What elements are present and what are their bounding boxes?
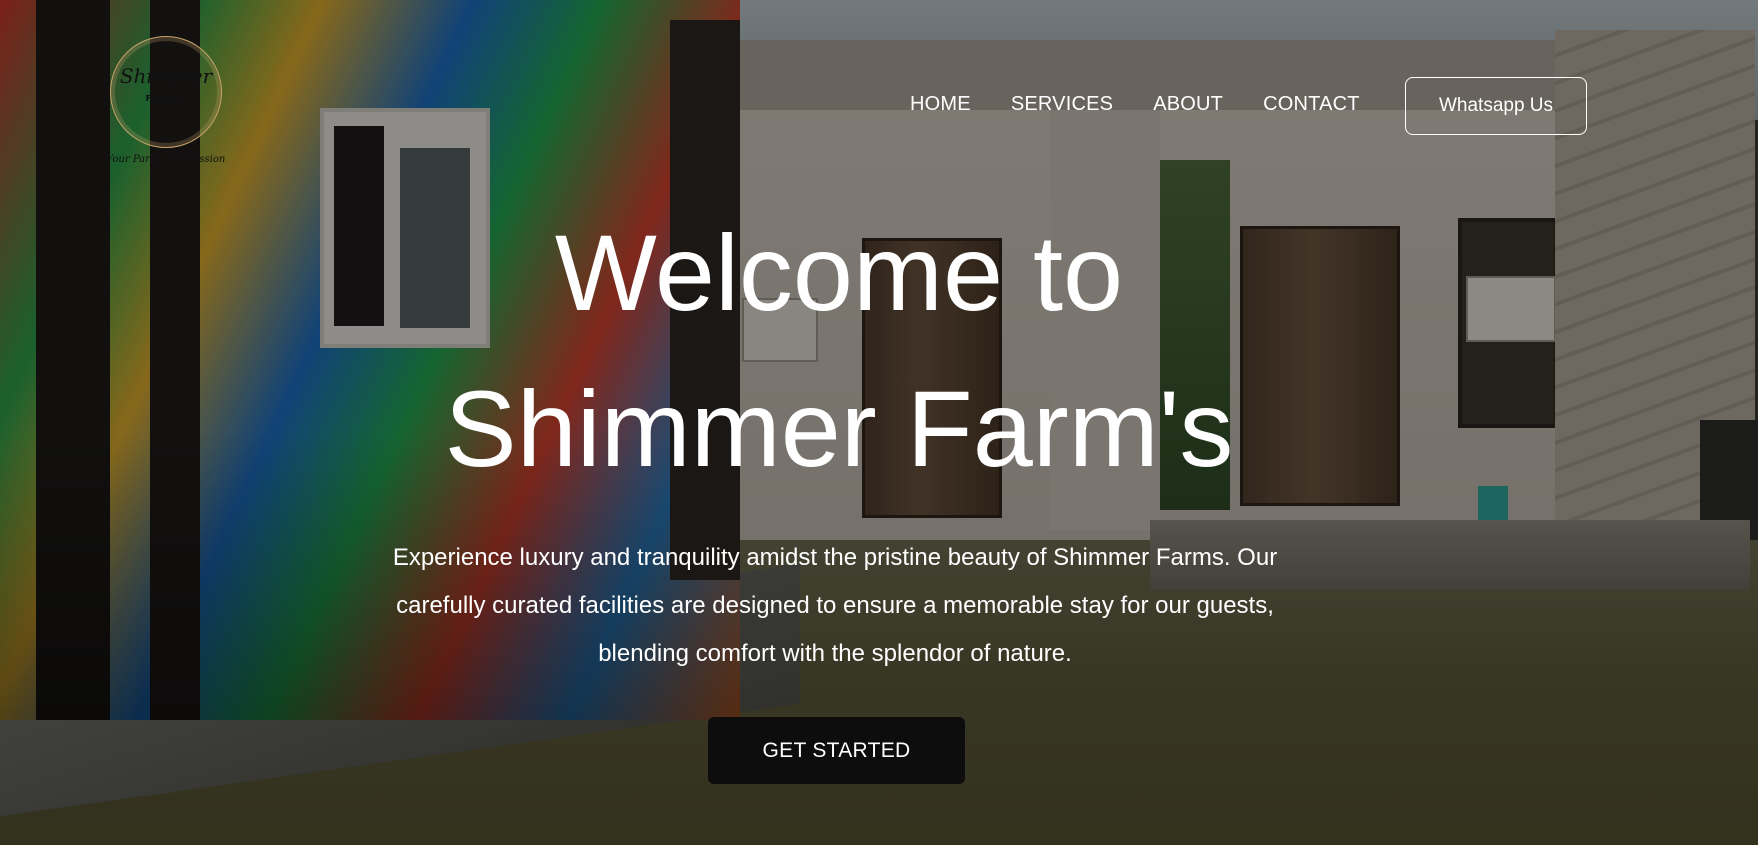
nav-about[interactable]: ABOUT <box>1153 93 1223 116</box>
logo-ring <box>110 36 222 148</box>
logo-subtitle: FARMS <box>145 94 187 103</box>
hero-description: Experience luxury and tranquility amidst… <box>392 544 1278 667</box>
main-navigation: HOME SERVICES ABOUT CONTACT <box>910 93 1360 116</box>
hero-section: Shimmer FARMS Your Party, Our Passion HO… <box>0 0 1758 845</box>
nav-services[interactable]: SERVICES <box>1011 93 1113 116</box>
logo-tagline: Your Party, Our Passion <box>106 154 226 165</box>
get-started-button[interactable]: GET STARTED <box>708 717 965 784</box>
hero-title-line-1: Welcome to <box>554 212 1124 333</box>
hero-title-line-2: Shimmer Farm's <box>444 368 1234 489</box>
hero-title: Welcome to Shimmer Farm's <box>0 195 1678 507</box>
nav-home[interactable]: HOME <box>910 93 971 116</box>
logo-name: Shimmer <box>119 64 213 88</box>
whatsapp-us-button[interactable]: Whatsapp Us <box>1405 77 1587 135</box>
nav-contact[interactable]: CONTACT <box>1263 93 1360 116</box>
shimmer-farms-logo[interactable]: Shimmer FARMS Your Party, Our Passion <box>107 36 225 176</box>
